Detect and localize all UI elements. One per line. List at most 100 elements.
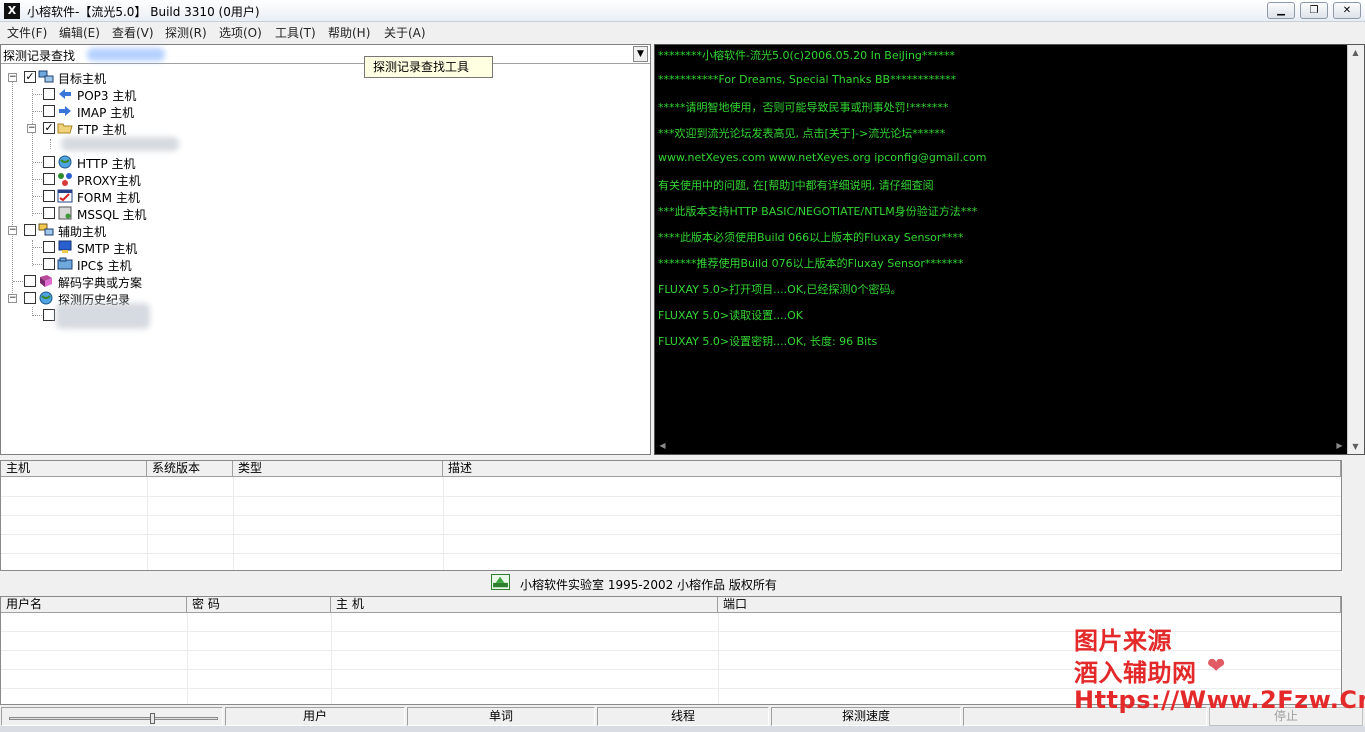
pop3-checkbox[interactable]: [43, 88, 55, 100]
collapse-icon[interactable]: −: [8, 294, 17, 303]
tree-item-http[interactable]: HTTP 主机: [1, 154, 201, 171]
tree-guide: [33, 94, 42, 95]
column-header-port[interactable]: 端口: [718, 597, 1341, 613]
smtp-checkbox[interactable]: [43, 241, 55, 253]
form-checkbox[interactable]: [43, 190, 55, 202]
computer-group-icon: [38, 223, 54, 236]
tree-item-ipc[interactable]: IPC$ 主机: [1, 256, 201, 273]
history-entry-checkbox[interactable]: [43, 309, 55, 321]
target-host-checkbox[interactable]: ✓: [24, 71, 36, 83]
column-header-username[interactable]: 用户名: [1, 597, 187, 613]
log-console[interactable]: ********小榕软件-流光5.0(c)2006.05.20 In BeiJi…: [654, 44, 1365, 455]
ftp-checkbox[interactable]: ✓: [43, 122, 55, 134]
log-line: FLUXAY 5.0>设置密钥....OK, 长度: 96 Bits: [658, 335, 878, 348]
mail-exchange-icon: [59, 106, 71, 116]
column-header-description[interactable]: 描述: [443, 461, 1341, 477]
maximize-button[interactable]: ❐: [1300, 2, 1328, 19]
row-divider: [1, 534, 1341, 535]
tree-item-target-host[interactable]: − ✓ 目标主机: [1, 69, 201, 86]
horizontal-scrollbar[interactable]: ◀ ▶: [655, 437, 1347, 454]
status-probe-speed: 探测速度: [771, 707, 961, 726]
speed-slider-panel: [1, 707, 223, 726]
column-divider: [187, 613, 188, 704]
column-header-host[interactable]: 主 机: [331, 597, 718, 613]
tree-item-form[interactable]: FORM 主机: [1, 188, 201, 205]
scroll-left-icon[interactable]: ◀: [655, 438, 670, 453]
speed-slider-thumb[interactable]: [150, 713, 155, 724]
speed-slider-track[interactable]: [9, 717, 218, 720]
tree-guide: [33, 315, 42, 316]
chevron-down-icon[interactable]: ▼: [633, 46, 648, 62]
tree-item-aux-host[interactable]: − 辅助主机: [1, 222, 201, 239]
dictionary-checkbox[interactable]: [24, 275, 36, 287]
tree-label: 目标主机: [58, 72, 107, 86]
menu-file[interactable]: 文件(F): [7, 24, 47, 41]
host-result-list[interactable]: 主机 系统版本 类型 描述: [0, 460, 1342, 571]
column-divider: [443, 477, 444, 570]
copyright-text: 小榕软件实验室 1995-2002 小榕作品 版权所有: [520, 578, 777, 592]
tree-item-dictionary[interactable]: 解码字典或方案: [1, 273, 201, 290]
column-header-password[interactable]: 密 码: [187, 597, 331, 613]
status-threads: 线程: [597, 707, 769, 726]
title-bar[interactable]: X 小榕软件-【流光5.0】 Build 3310 (0用户) ▁ ❐ ✕: [0, 0, 1365, 22]
scroll-right-icon[interactable]: ▶: [1332, 438, 1347, 453]
network-nodes-icon: [58, 173, 72, 186]
http-checkbox[interactable]: [43, 156, 55, 168]
aux-host-checkbox[interactable]: [24, 224, 36, 236]
folder-open-icon: [57, 123, 73, 134]
tree-item-smtp[interactable]: SMTP 主机: [1, 239, 201, 256]
log-line: ****此版本必须使用Build 066以上版本的Fluxay Sensor**…: [658, 231, 964, 244]
row-divider: [1, 553, 1341, 554]
log-line: FLUXAY 5.0>读取设置....OK: [658, 309, 803, 322]
list-header: 主机 系统版本 类型 描述: [1, 461, 1341, 477]
row-divider: [1, 515, 1341, 516]
menu-about[interactable]: 关于(A): [384, 24, 426, 41]
menu-tools[interactable]: 工具(T): [275, 24, 316, 41]
menu-edit[interactable]: 编辑(E): [59, 24, 100, 41]
tree-item-proxy[interactable]: PROXY主机: [1, 171, 201, 188]
column-header-os-version[interactable]: 系统版本: [147, 461, 233, 477]
tree-label: FTP 主机: [77, 123, 127, 137]
tree-guide: [33, 196, 42, 197]
tree-label: HTTP 主机: [77, 157, 136, 171]
collapse-icon[interactable]: −: [8, 226, 17, 235]
minimize-button[interactable]: ▁: [1267, 2, 1295, 19]
status-users: 用户: [225, 707, 405, 726]
menu-bar: 文件(F) 编辑(E) 查看(V) 探测(R) 选项(O) 工具(T) 帮助(H…: [0, 22, 1365, 42]
proxy-checkbox[interactable]: [43, 173, 55, 185]
menu-probe[interactable]: 探测(R): [165, 24, 207, 41]
tree-guide: [33, 179, 42, 180]
tree-item-mssql[interactable]: MSSQL 主机: [1, 205, 201, 222]
redacted-region: [56, 303, 150, 329]
tree-item-pop3[interactable]: POP3 主机: [1, 86, 201, 103]
tree-label: 解码字典或方案: [58, 276, 143, 290]
menu-options[interactable]: 选项(O): [219, 24, 262, 41]
globe-icon: [58, 155, 72, 169]
menu-help[interactable]: 帮助(H): [328, 24, 370, 41]
scroll-down-icon[interactable]: ▼: [1348, 439, 1363, 454]
history-checkbox[interactable]: [24, 292, 36, 304]
column-divider: [331, 613, 332, 704]
collapse-icon[interactable]: −: [27, 124, 36, 133]
collapse-icon[interactable]: −: [8, 73, 17, 82]
tree-item-imap[interactable]: IMAP 主机: [1, 103, 201, 120]
log-line: FLUXAY 5.0>打开项目....OK,已经探测0个密码。: [658, 283, 902, 296]
mssql-checkbox[interactable]: [43, 207, 55, 219]
tree-guide: [33, 213, 42, 214]
menu-view[interactable]: 查看(V): [112, 24, 154, 41]
close-button[interactable]: ✕: [1333, 2, 1361, 19]
ipc-checkbox[interactable]: [43, 258, 55, 270]
watermark-line: 图片来源: [1074, 627, 1172, 655]
tree-label: 辅助主机: [58, 225, 107, 239]
column-header-type[interactable]: 类型: [233, 461, 443, 477]
log-line: www.netXeyes.com www.netXeyes.org ipconf…: [658, 151, 987, 164]
mail-exchange-icon: [59, 89, 71, 99]
column-header-host[interactable]: 主机: [1, 461, 147, 477]
window-title: 小榕软件-【流光5.0】 Build 3310 (0用户): [27, 5, 260, 19]
log-line: 有关使用中的问题, 在[帮助]中都有详细说明, 请仔细查阅: [658, 179, 934, 192]
scroll-up-icon[interactable]: ▲: [1348, 45, 1363, 60]
tree-item-ftp[interactable]: − ✓ FTP 主机: [1, 120, 201, 137]
app-icon[interactable]: X: [4, 3, 20, 19]
vertical-scrollbar[interactable]: ▲ ▼: [1347, 45, 1364, 454]
imap-checkbox[interactable]: [43, 105, 55, 117]
